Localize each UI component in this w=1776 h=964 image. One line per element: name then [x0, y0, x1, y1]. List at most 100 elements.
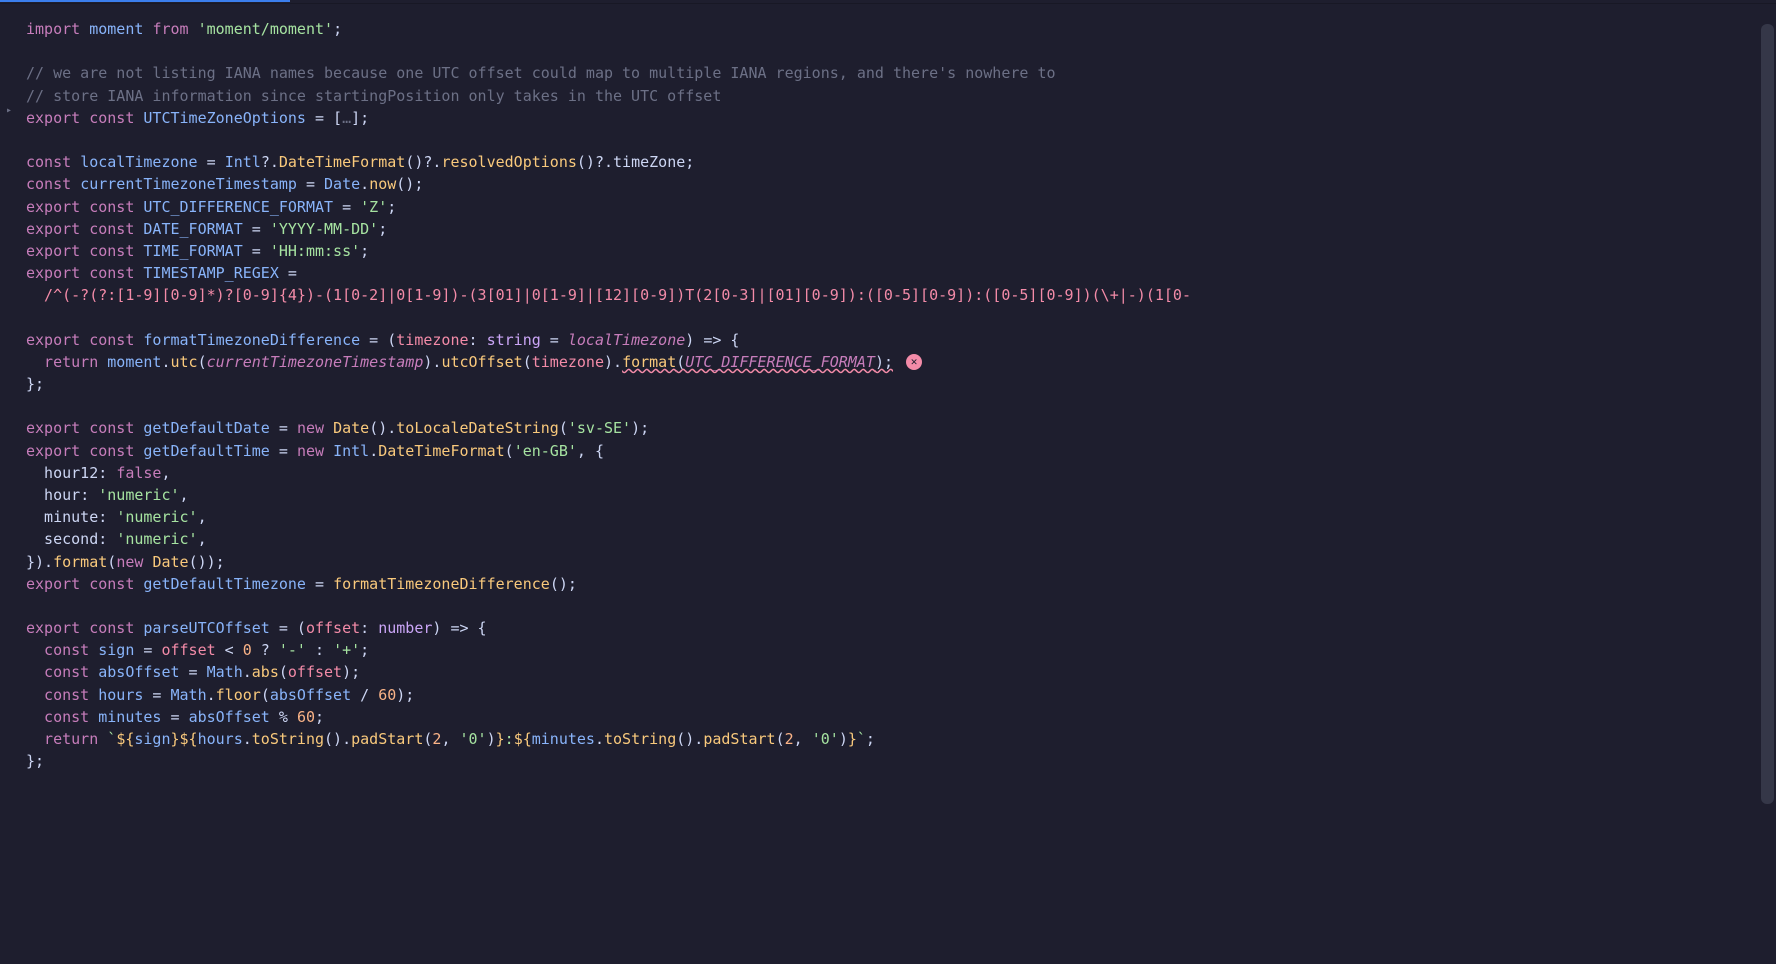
string: 'YYYY-MM-DD' [270, 220, 378, 238]
keyword: const [89, 264, 134, 282]
regex: /^(-?(?:[1-9][0-9]*)?[0-9]{4})-(1[0-2]|0… [26, 286, 1191, 304]
identifier: DATE_FORMAT [143, 220, 242, 238]
keyword: new [116, 553, 143, 571]
keyword: export [26, 242, 80, 260]
identifier: formatTimezoneDifference [143, 331, 360, 349]
identifier: TIME_FORMAT [143, 242, 242, 260]
keyword: new [297, 442, 324, 460]
property: timeZone [613, 153, 685, 171]
string: 'HH:mm:ss' [270, 242, 360, 260]
function: toString [252, 730, 324, 748]
string: ` [857, 730, 866, 748]
identifier: sign [89, 641, 134, 659]
punct: }; [26, 752, 44, 770]
keyword: return [26, 353, 107, 371]
keyword: export [26, 442, 80, 460]
param: offset [306, 619, 360, 637]
keyword: export [26, 419, 80, 437]
keyword: const [89, 331, 134, 349]
string: : [505, 730, 514, 748]
identifier: parseUTCOffset [143, 619, 269, 637]
identifier: UTCTimeZoneOptions [143, 109, 306, 127]
identifier: moment [107, 353, 161, 371]
identifier: Math [171, 686, 207, 704]
identifier: TIMESTAMP_REGEX [143, 264, 278, 282]
function: abs [252, 663, 279, 681]
keyword: new [297, 419, 324, 437]
function: DateTimeFormat [279, 153, 405, 171]
string: ` [107, 730, 116, 748]
property: minute [26, 508, 98, 526]
type: number [378, 619, 432, 637]
ref: hours [198, 730, 243, 748]
keyword: return [26, 730, 98, 748]
function: format [53, 553, 107, 571]
string: 'Z' [360, 198, 387, 216]
string: '0' [812, 730, 839, 748]
gutter[interactable]: ▸ [0, 12, 22, 964]
identifier: getDefaultTimezone [143, 575, 306, 593]
keyword: const [26, 153, 71, 171]
number: 0 [243, 641, 252, 659]
keyword: export [26, 619, 80, 637]
keyword: export [26, 575, 80, 593]
string: '0' [460, 730, 487, 748]
punct: ]; [351, 109, 369, 127]
function: floor [216, 686, 261, 704]
code-content[interactable]: import moment from 'moment/moment'; // w… [22, 12, 1776, 964]
keyword: const [89, 442, 134, 460]
identifier: getDefaultTime [143, 442, 269, 460]
punct: ; [333, 20, 342, 38]
string: 'en-GB' [514, 442, 577, 460]
ref: offset [161, 641, 215, 659]
identifier: Intl [225, 153, 261, 171]
string: '-' [279, 641, 306, 659]
identifier: moment [89, 20, 143, 38]
progress-indicator [0, 0, 290, 2]
keyword: const [89, 242, 134, 260]
op: = [ [306, 109, 342, 127]
error-icon[interactable]: ✕ [906, 354, 922, 370]
keyword: export [26, 198, 80, 216]
identifier: localTimezone [80, 153, 197, 171]
keyword: const [26, 641, 89, 659]
property: second [26, 530, 98, 548]
code-area[interactable]: ▸ import moment from 'moment/moment'; //… [0, 12, 1776, 964]
string: 'numeric' [116, 530, 197, 548]
keyword: const [26, 175, 71, 193]
fold-caret-icon[interactable]: ▸ [6, 104, 12, 119]
keyword: const [26, 663, 89, 681]
function: now [369, 175, 396, 193]
identifier: absOffset [89, 663, 179, 681]
string: 'numeric' [98, 486, 179, 504]
ref-error: UTC_DIFFERENCE_FORMAT [685, 353, 875, 371]
scrollbar[interactable] [1761, 24, 1774, 804]
string: 'numeric' [116, 508, 197, 526]
function: Date [152, 553, 188, 571]
keyword: export [26, 264, 80, 282]
function: toString [604, 730, 676, 748]
fold-ellipsis[interactable]: … [342, 109, 351, 127]
property: hour [26, 486, 80, 504]
ref: localTimezone [568, 331, 685, 349]
ref: sign [134, 730, 170, 748]
identifier: minutes [89, 708, 161, 726]
keyword: export [26, 220, 80, 238]
function: padStart [703, 730, 775, 748]
keyword: false [116, 464, 161, 482]
string: 'sv-SE' [568, 419, 631, 437]
keyword: import [26, 20, 80, 38]
keyword: from [152, 20, 188, 38]
keyword: const [89, 109, 134, 127]
comment: // store IANA information since starting… [26, 87, 721, 105]
ref: currentTimezoneTimestamp [207, 353, 424, 371]
param: timezone [396, 331, 468, 349]
keyword: const [26, 686, 89, 704]
ref: absOffset [270, 686, 351, 704]
ref: minutes [532, 730, 595, 748]
keyword: const [89, 419, 134, 437]
number: 60 [378, 686, 396, 704]
keyword: const [89, 220, 134, 238]
function: Date [333, 419, 369, 437]
keyword: export [26, 331, 80, 349]
